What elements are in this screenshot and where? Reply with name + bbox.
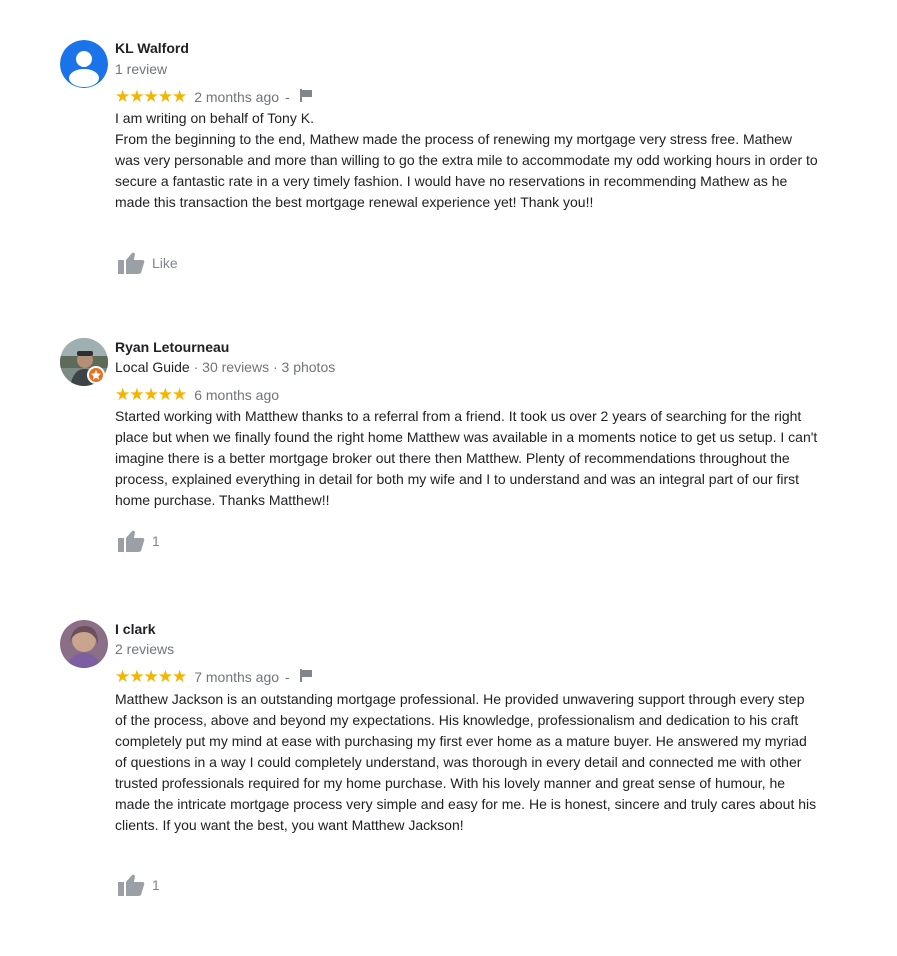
like-count: 1 — [152, 877, 160, 893]
local-guide-label: Local Guide — [115, 359, 190, 375]
review-meta: ★★★★★ 2 months ago - — [115, 87, 312, 107]
reviewer-name[interactable]: Ryan Letourneau — [115, 339, 229, 355]
reviewer-name[interactable]: I clark — [115, 621, 155, 637]
review-date: 7 months ago — [194, 669, 280, 685]
like-button[interactable]: 1 — [118, 528, 160, 554]
review-text: Started working with Matthew thanks to a… — [115, 406, 820, 511]
star-rating: ★★★★★ — [115, 385, 187, 404]
default-avatar-icon — [60, 40, 108, 88]
review-text-line: Started working with Matthew thanks to a… — [115, 408, 818, 508]
star-rating: ★★★★★ — [115, 87, 187, 106]
reviewer-info: 2 reviews — [115, 641, 175, 657]
review-date: 2 months ago — [194, 89, 280, 105]
local-guide-badge-icon — [87, 366, 105, 384]
review-text-line: Matthew Jackson is an outstanding mortga… — [115, 691, 817, 833]
like-button[interactable]: 1 — [118, 872, 160, 898]
thumbs-up-icon — [118, 530, 145, 552]
review-text-line: I am writing on behalf of Tony K. — [115, 110, 314, 126]
review-text: Matthew Jackson is an outstanding mortga… — [115, 689, 820, 836]
review-text-line: From the beginning to the end, Mathew ma… — [115, 131, 818, 210]
like-label: Like — [152, 255, 178, 271]
review-meta: ★★★★★ 6 months ago — [115, 385, 285, 405]
reviewer-avatar[interactable] — [60, 620, 108, 668]
reviewer-name[interactable]: KL Walford — [115, 40, 189, 56]
thumbs-up-icon — [118, 252, 145, 274]
like-count: 1 — [152, 533, 160, 549]
star-rating: ★★★★★ — [115, 667, 187, 686]
reviewer-info-row: Local Guide · 30 reviews · 3 photos — [115, 359, 335, 375]
meta-separator: - — [285, 89, 290, 105]
reviewer-avatar[interactable] — [60, 40, 108, 88]
meta-separator: - — [285, 669, 290, 685]
like-button[interactable]: Like — [118, 250, 178, 276]
reviewer-info: · 30 reviews · 3 photos — [189, 359, 336, 375]
user-photo-icon — [60, 620, 108, 668]
thumbs-up-icon — [118, 874, 145, 896]
review-date: 6 months ago — [194, 387, 280, 403]
review-meta: ★★★★★ 7 months ago - — [115, 667, 312, 687]
reviewer-info: 1 review — [115, 61, 168, 77]
flag-icon[interactable] — [299, 669, 312, 685]
flag-icon[interactable] — [299, 89, 312, 105]
review-text: I am writing on behalf of Tony K. From t… — [115, 108, 820, 213]
